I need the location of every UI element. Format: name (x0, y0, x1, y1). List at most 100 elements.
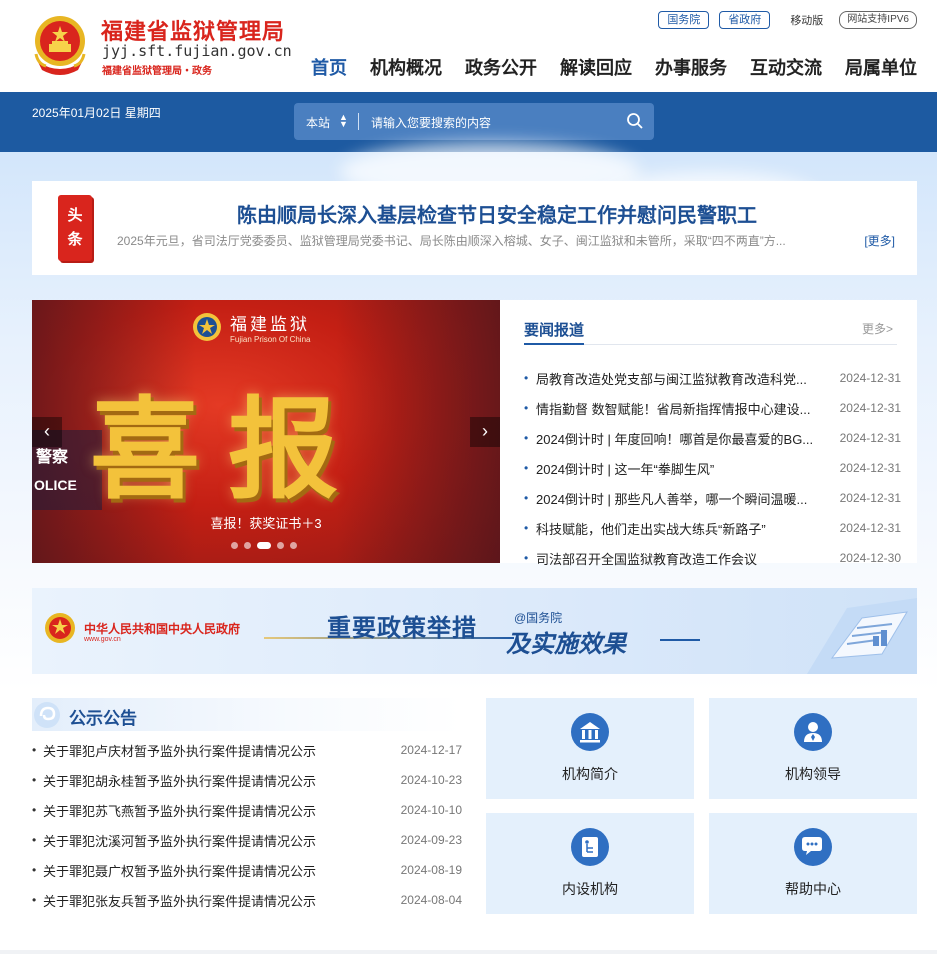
notice-item[interactable]: • 关于罪犯苏飞燕暂予监外执行案件提请情况公示 2024-10-10 (32, 795, 462, 825)
notice-item-title[interactable]: 关于罪犯卢庆材暂予监外执行案件提请情况公示 (43, 741, 316, 760)
news-item[interactable]: • 局教育改造处党支部与闽江监狱教育改造科党... 2024-12-31 (524, 363, 901, 393)
notice-item-title[interactable]: 关于罪犯聂广权暂予监外执行案件提请情况公示 (43, 861, 316, 880)
top-links: 国务院 省政府 移动版 网站支持IPV6 (648, 11, 917, 29)
prison-badge-icon (193, 313, 221, 341)
notice-item[interactable]: • 关于罪犯卢庆材暂予监外执行案件提请情况公示 2024-12-17 (32, 735, 462, 765)
tile-label: 帮助中心 (785, 881, 841, 897)
news-item-title[interactable]: 局教育改造处党支部与闽江监狱教育改造科党... (536, 369, 826, 388)
national-emblem-icon[interactable] (32, 14, 88, 76)
nav-item-subordinate-units[interactable]: 局属单位 (845, 54, 917, 80)
news-item-title[interactable]: 2024倒计时 | 这一年“拳脚生风” (536, 459, 826, 478)
nav-item-services[interactable]: 办事服务 (655, 54, 727, 80)
image-carousel[interactable]: 警察 OLICE 福建监狱 Fujian Prison Of China 喜报 … (32, 300, 500, 563)
nav-item-interpretation[interactable]: 解读回应 (560, 54, 632, 80)
site-subtitle: 福建省监狱管理局・政务 (102, 66, 212, 77)
main-nav: 首页 机构概况 政务公开 解读回应 办事服务 互动交流 局属单位 (288, 54, 917, 80)
notice-item[interactable]: • 关于罪犯沈溪河暂予监外执行案件提请情况公示 2024-09-23 (32, 825, 462, 855)
gov-url: www.gov.cn (84, 636, 121, 643)
mobile-version-link[interactable]: 移动版 (790, 12, 823, 28)
news-item-title[interactable]: 司法部召开全国监狱教育改造工作会议 (536, 549, 826, 568)
news-item-date: 2024-12-30 (839, 551, 901, 565)
news-more-link[interactable]: 更多> (862, 320, 893, 337)
carousel-dot[interactable] (244, 542, 251, 549)
gov-emblem-icon (45, 613, 75, 643)
bullet-icon: • (524, 461, 529, 475)
search-scope-select[interactable]: 本站 (306, 114, 330, 131)
notice-item-title[interactable]: 关于罪犯张友兵暂予监外执行案件提请情况公示 (43, 891, 316, 910)
bullet-icon: • (32, 893, 37, 907)
tile-departments[interactable]: 内设机构 (486, 813, 694, 914)
site-header: 福建省监狱管理局 jyj.sft.fujian.gov.cn 福建省监狱管理局・… (0, 0, 937, 92)
bullet-icon: • (524, 431, 529, 445)
bullet-icon: • (524, 551, 529, 565)
news-item-title[interactable]: 2024倒计时 | 那些凡人善举，哪一个瞬间温暖... (536, 489, 826, 508)
tile-leadership[interactable]: 机构领导 (709, 698, 917, 799)
ipv6-badge: 网站支持IPV6 (839, 11, 917, 29)
cloud-swirl-icon (34, 702, 60, 728)
carousel-dot[interactable] (290, 542, 297, 549)
svg-text:警察: 警察 (35, 447, 69, 466)
notice-list: • 关于罪犯卢庆材暂予监外执行案件提请情况公示 2024-12-17 • 关于罪犯胡永… (32, 735, 462, 915)
notice-item[interactable]: • 关于罪犯胡永桂暂予监外执行案件提请情况公示 2024-10-23 (32, 765, 462, 795)
headline-tag-char-1: 头 (67, 206, 83, 224)
bullet-icon: • (524, 371, 529, 385)
tile-org-intro[interactable]: 机构简介 (486, 698, 694, 799)
news-item-date: 2024-12-31 (839, 521, 901, 535)
nav-item-interaction[interactable]: 互动交流 (750, 54, 822, 80)
news-item-title[interactable]: 情指勤督 数智赋能！省局新指挥情报中心建设... (536, 399, 826, 418)
carousel-dots (231, 542, 303, 549)
nav-item-gov-affairs[interactable]: 政务公开 (465, 54, 537, 80)
carousel-dot-active[interactable] (257, 542, 271, 549)
notice-item-date: 2024-10-10 (400, 803, 462, 817)
news-item[interactable]: • 科技赋能，他们走出实战大练兵“新路子” 2024-12-31 (524, 513, 901, 543)
bullet-icon: • (32, 833, 37, 847)
notice-item-date: 2024-10-23 (400, 773, 462, 787)
bullet-icon: • (524, 491, 529, 505)
carousel-dot[interactable] (231, 542, 238, 549)
policy-banner[interactable]: 中华人民共和国中央人民政府 www.gov.cn 重要政策举措 @国务院 及实施… (32, 588, 917, 674)
notice-item-title[interactable]: 关于罪犯胡永桂暂予监外执行案件提请情况公示 (43, 771, 316, 790)
news-item-date: 2024-12-31 (839, 371, 901, 385)
notice-item-date: 2024-12-17 (400, 743, 462, 757)
carousel-prev-button[interactable]: ‹ (32, 417, 62, 447)
notice-item-title[interactable]: 关于罪犯沈溪河暂予监外执行案件提请情况公示 (43, 831, 316, 850)
province-gov-link[interactable]: 省政府 (719, 11, 771, 29)
news-item-title[interactable]: 科技赋能，他们走出实战大练兵“新路子” (536, 519, 826, 538)
notice-title[interactable]: 公示公告 (69, 704, 137, 729)
news-item[interactable]: • 情指勤督 数智赋能！省局新指挥情报中心建设... 2024-12-31 (524, 393, 901, 423)
news-item[interactable]: • 2024倒计时 | 年度回响！哪首是你最喜爱的BG... 2024-12-31 (524, 423, 901, 453)
carousel-caption[interactable]: 喜报！获奖证书＋3 (32, 513, 500, 532)
news-panel-title[interactable]: 要闻报道 (524, 319, 584, 340)
carousel-dot[interactable] (277, 542, 284, 549)
tile-label: 机构领导 (785, 766, 841, 782)
search-box: 本站 ▲ ▼ 请输入您要搜索的内容 (294, 103, 654, 140)
banner-decor-line (660, 639, 700, 641)
document-illustration-icon (807, 598, 917, 674)
svg-text:OLICE: OLICE (34, 477, 77, 493)
news-item-title[interactable]: 2024倒计时 | 年度回响！哪首是你最喜爱的BG... (536, 429, 826, 448)
news-item[interactable]: • 2024倒计时 | 那些凡人善举，哪一个瞬间温暖... 2024-12-31 (524, 483, 901, 513)
tile-help-center[interactable]: 帮助中心 (709, 813, 917, 914)
person-icon (794, 713, 832, 751)
notice-item-title[interactable]: 关于罪犯苏飞燕暂予监外执行案件提请情况公示 (43, 801, 316, 820)
bullet-icon: • (524, 401, 529, 415)
notice-item[interactable]: • 关于罪犯聂广权暂予监外执行案件提请情况公示 2024-08-19 (32, 855, 462, 885)
state-council-link[interactable]: 国务院 (658, 11, 710, 29)
carousel-big-text: 喜报 (90, 385, 366, 514)
search-divider (358, 113, 359, 130)
news-item[interactable]: • 司法部召开全国监狱教育改造工作会议 2024-12-30 (524, 543, 901, 573)
carousel-next-button[interactable]: › (470, 417, 500, 447)
notice-item[interactable]: • 关于罪犯张友兵暂予监外执行案件提请情况公示 2024-08-04 (32, 885, 462, 915)
carousel-brand-title: 福建监狱 (230, 315, 310, 335)
search-icon[interactable] (626, 112, 644, 130)
headline-title[interactable]: 陈由顺局长深入基层检查节日安全稳定工作并慰问民警职工 (117, 199, 877, 228)
news-item-date: 2024-12-31 (839, 461, 901, 475)
bullet-icon: • (32, 863, 37, 877)
nav-item-home[interactable]: 首页 (311, 54, 347, 80)
nav-item-overview[interactable]: 机构概况 (370, 54, 442, 80)
news-item[interactable]: • 2024倒计时 | 这一年“拳脚生风” 2024-12-31 (524, 453, 901, 483)
select-arrows-icon[interactable]: ▲ ▼ (339, 113, 348, 129)
headline-more-link[interactable]: [更多] (864, 232, 895, 249)
bullet-icon: • (32, 803, 37, 817)
search-input[interactable]: 请输入您要搜索的内容 (371, 114, 491, 131)
